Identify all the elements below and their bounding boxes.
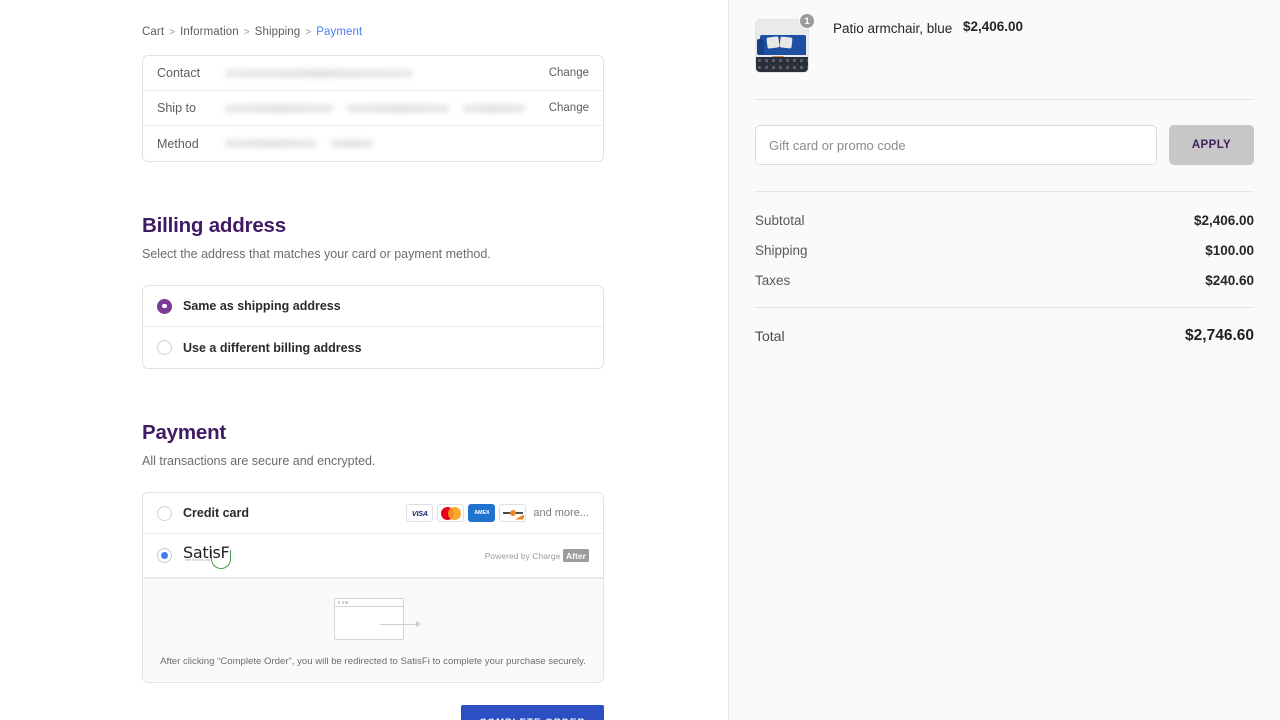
breadcrumb-item-payment: Payment [316, 26, 363, 38]
checkout-page: Cart > Information > Shipping > Payment Contac… [0, 0, 1280, 720]
billing-address-subtitle: Select the address that matches your car… [142, 247, 491, 261]
contact-value-redacted [225, 68, 539, 78]
billing-option-same-as-shipping[interactable]: Same as shipping address [143, 286, 603, 327]
ship-to-change-link[interactable]: Change [549, 102, 589, 114]
apply-promo-button[interactable]: APPLY [1169, 125, 1254, 165]
order-info-card: Contact Change Ship to Change Method [142, 55, 604, 162]
credit-card-label: Credit card [183, 506, 249, 520]
breadcrumb-separator: > [305, 27, 312, 38]
billing-address-section: Billing address Select the address that … [142, 214, 604, 369]
satisfi-arc-icon [211, 549, 231, 569]
product-price: $2,406.00 [963, 19, 1024, 34]
discover-icon [499, 504, 527, 522]
card-brand-list: VISA AMEX [406, 504, 527, 522]
browser-redirect-icon [334, 598, 421, 640]
breadcrumb-separator: > [243, 27, 250, 38]
promo-code-row: APPLY [755, 125, 1254, 165]
payment-option-credit-card[interactable]: Credit card VISA AMEX and more... [143, 493, 603, 534]
payment-subtitle: All transactions are secure and encrypte… [142, 454, 376, 468]
billing-options-card: Same as shipping address Use a different… [142, 285, 604, 369]
method-label: Method [157, 136, 199, 151]
breadcrumb-item-shipping[interactable]: Shipping [255, 26, 301, 38]
radio-selected-icon[interactable] [157, 298, 172, 314]
taxes-value: $240.60 [1205, 273, 1254, 288]
and-more-label: and more... [533, 507, 589, 519]
product-thumbnail-wrap: 1 [755, 13, 815, 73]
divider [755, 307, 1254, 308]
taxes-label: Taxes [755, 273, 791, 288]
radio-selected-icon[interactable] [157, 548, 172, 563]
breadcrumb-item-cart[interactable]: Cart [142, 26, 164, 38]
billing-option-label: Same as shipping address [183, 299, 341, 313]
contact-row: Contact Change [143, 56, 603, 91]
quantity-badge: 1 [799, 13, 815, 29]
amex-icon: AMEX [468, 504, 496, 522]
visa-icon-label: VISA [411, 508, 428, 518]
mastercard-icon [437, 504, 465, 522]
shipping-row: Shipping $100.00 [755, 243, 1254, 258]
payment-options-card: Credit card VISA AMEX and more... SatisF… [142, 492, 604, 683]
chargeafter-after-box: After [562, 549, 589, 562]
payment-section: Payment All transactions are secure and … [142, 421, 604, 683]
contact-label: Contact [157, 66, 201, 80]
payment-title: Payment [142, 421, 227, 444]
ship-to-value-redacted [225, 103, 539, 113]
checkout-main-column: Cart > Information > Shipping > Payment Contac… [0, 0, 729, 720]
breadcrumb-separator: > [169, 27, 176, 38]
ship-to-label: Ship to [157, 101, 196, 115]
subtotal-row: Subtotal $2,406.00 [755, 213, 1254, 228]
amex-icon-label: AMEX [474, 510, 490, 516]
redirect-note-text: After clicking “Complete Order”, you wil… [160, 656, 586, 667]
grand-total-row: Total $2,746.60 [755, 327, 1254, 345]
shipping-value: $100.00 [1205, 243, 1254, 258]
shipping-label: Shipping [755, 243, 808, 258]
billing-option-different-address[interactable]: Use a different billing address [143, 327, 603, 368]
subtotal-value: $2,406.00 [1193, 213, 1254, 228]
arrow-right-icon [380, 620, 421, 629]
divider [755, 191, 1254, 192]
cart-line-item: 1 Patio armchair, blue $2,406.00 [755, 13, 1254, 73]
powered-by-prefix: Powered by Charge [484, 550, 561, 561]
method-row: Method [143, 126, 603, 161]
total-value: $2,746.60 [1185, 327, 1254, 344]
order-summary-sidebar: 1 Patio armchair, blue $2,406.00 APPLY S… [729, 0, 1280, 720]
payment-option-satisfi[interactable]: SatisF free flexible pay Powered by Char… [143, 534, 603, 578]
satisfi-tagline: free flexible pay [185, 557, 211, 562]
radio-unselected-icon[interactable] [157, 340, 172, 355]
contact-change-link[interactable]: Change [549, 67, 589, 79]
breadcrumb: Cart > Information > Shipping > Payment [142, 26, 604, 38]
satisfi-logo-icon: SatisF free flexible pay [183, 543, 235, 569]
subtotal-label: Subtotal [755, 213, 805, 228]
divider [755, 99, 1254, 100]
radio-unselected-icon[interactable] [157, 505, 172, 521]
visa-icon: VISA [406, 504, 434, 522]
billing-address-title: Billing address [142, 214, 286, 237]
complete-order-button[interactable]: COMPLETE ORDER [461, 705, 604, 720]
product-name: Patio armchair, blue [833, 21, 953, 36]
method-value-redacted [225, 139, 589, 148]
promo-code-input[interactable] [755, 125, 1157, 165]
cta-container: COMPLETE ORDER [142, 705, 604, 720]
billing-option-label: Use a different billing address [183, 340, 362, 355]
powered-by-chargeafter-badge: Powered by Charge After [485, 549, 589, 562]
total-label: Total [755, 328, 785, 344]
taxes-row: Taxes $240.60 [755, 273, 1254, 288]
ship-to-row: Ship to Change [143, 91, 603, 126]
redirect-info-panel: After clicking “Complete Order”, you wil… [143, 578, 603, 682]
breadcrumb-item-information[interactable]: Information [180, 26, 239, 38]
